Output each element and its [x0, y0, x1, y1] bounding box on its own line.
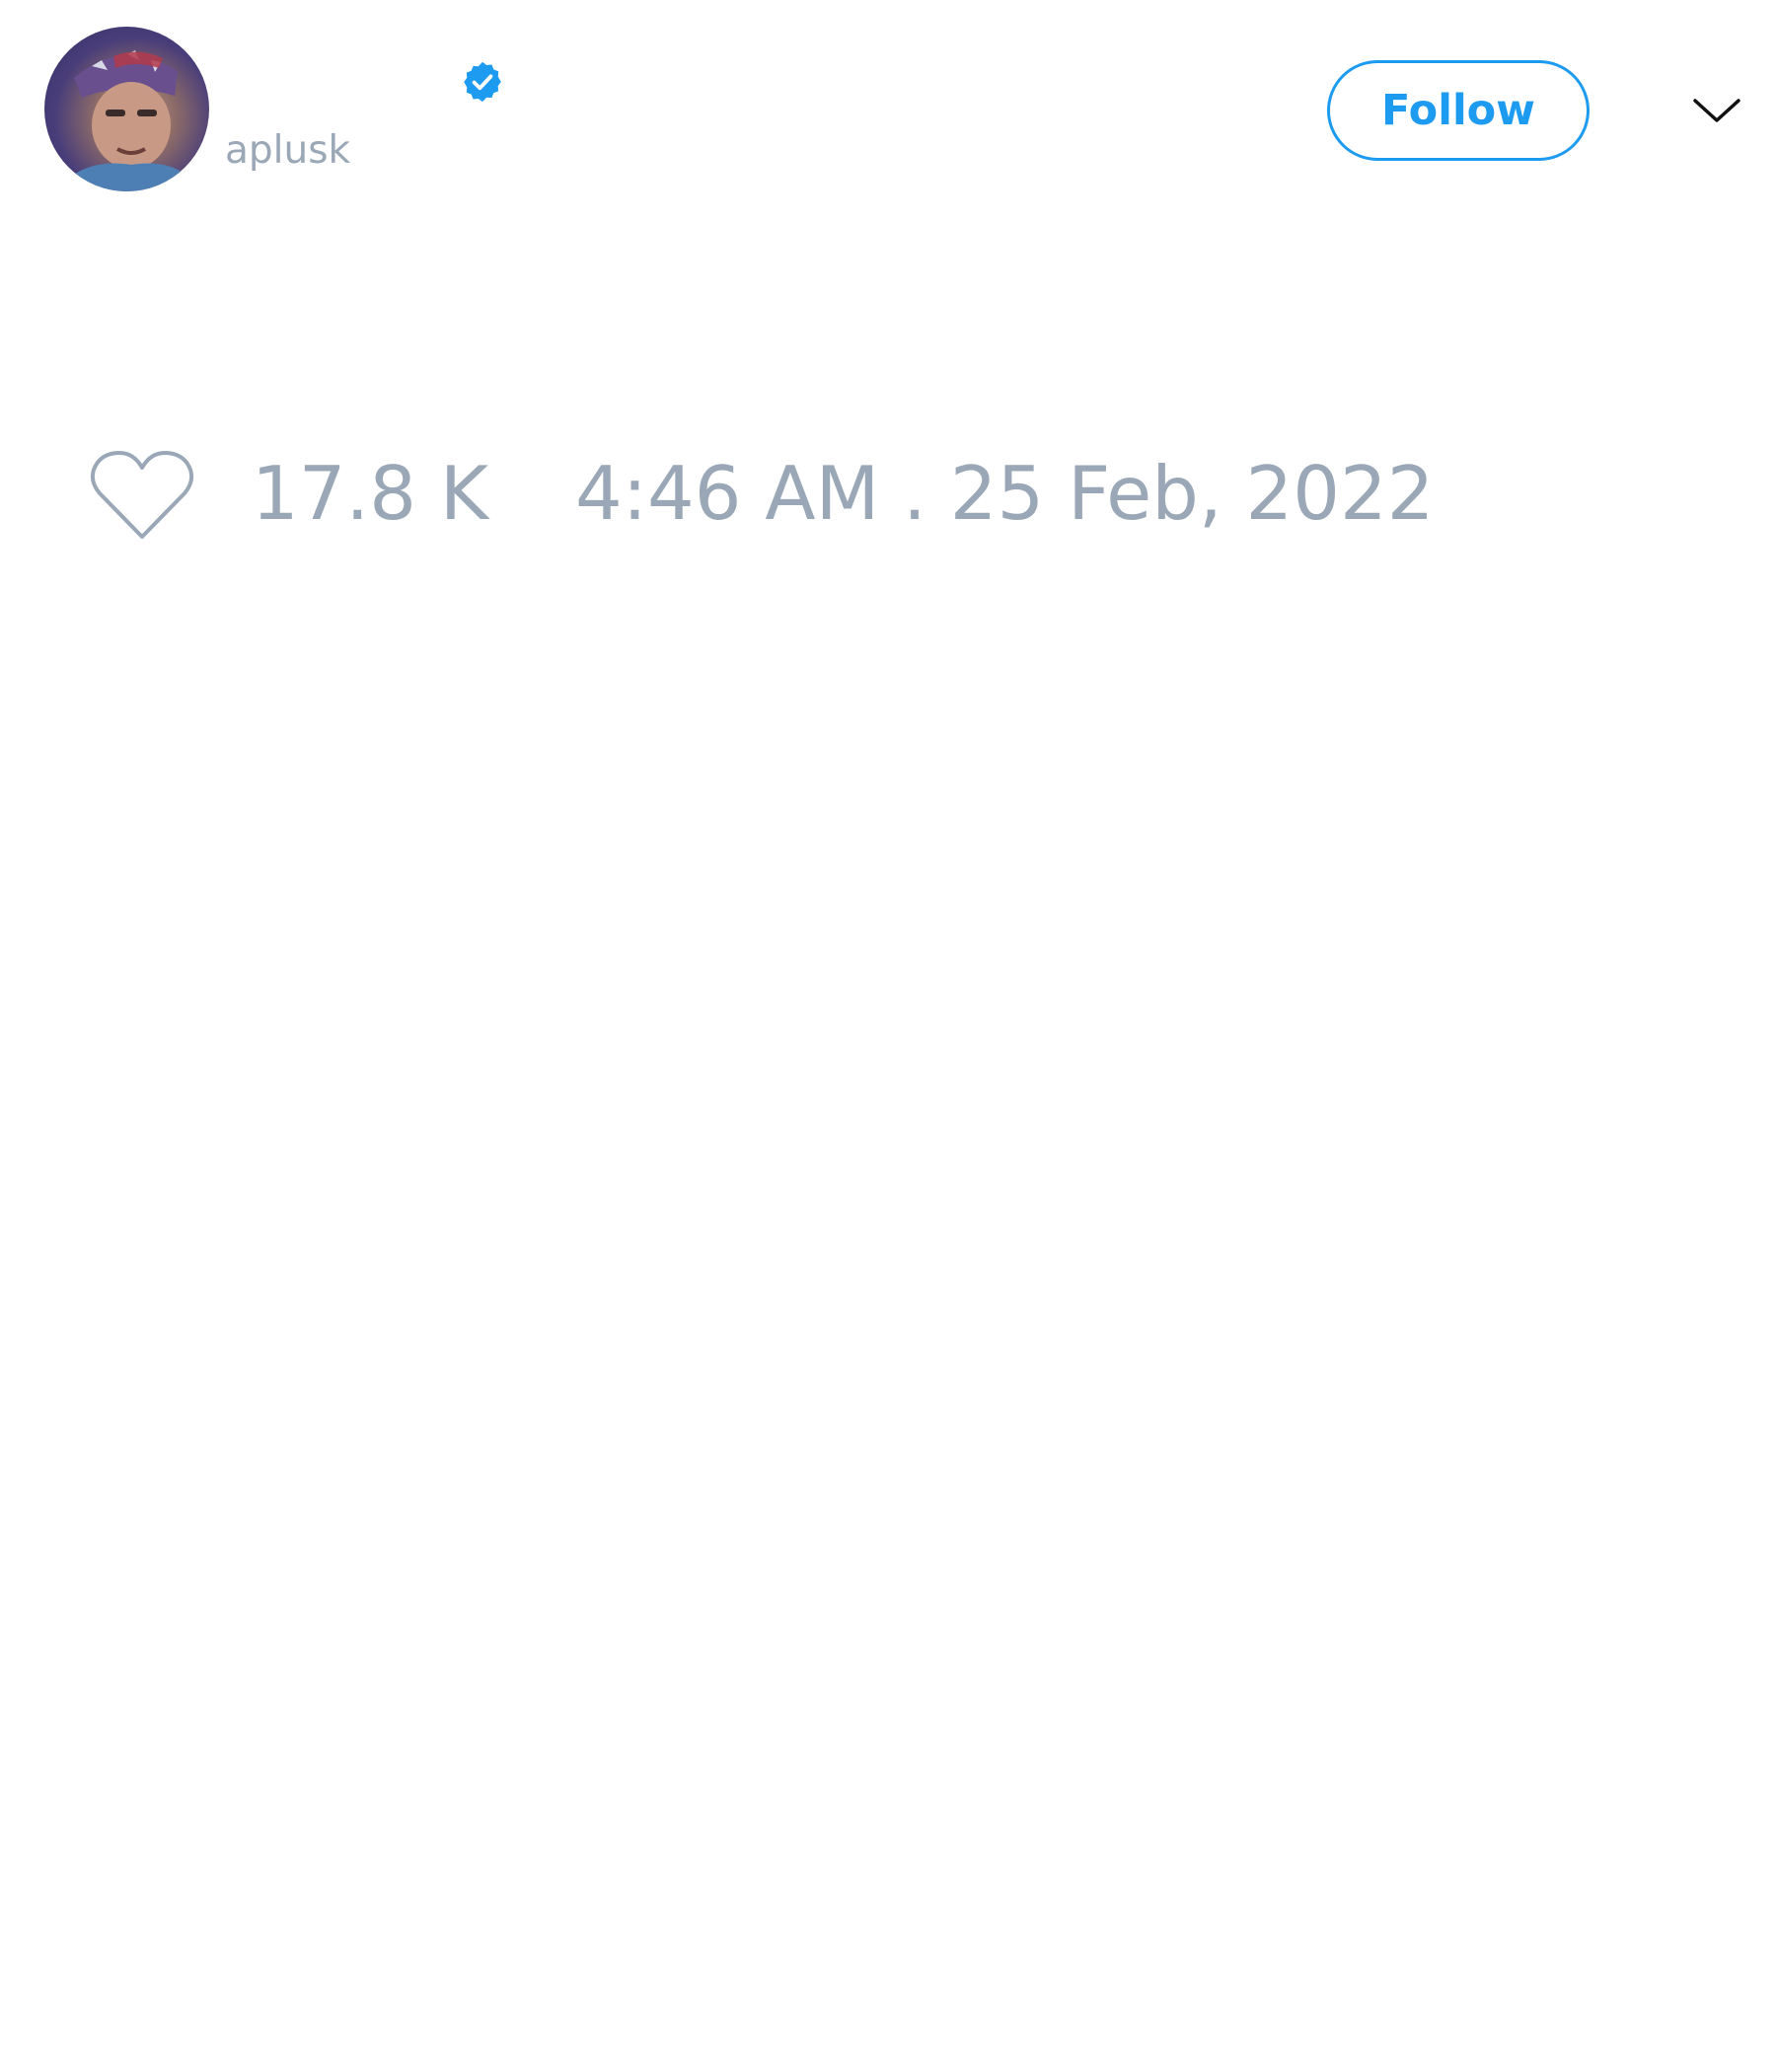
tweet-timestamp[interactable]: 4:46 AM . 25 Feb, 2022	[575, 454, 1434, 533]
follow-button[interactable]: Follow	[1327, 60, 1590, 161]
avatar[interactable]	[44, 27, 209, 191]
like-count: 17.8 K	[252, 450, 489, 537]
avatar-image	[54, 50, 202, 191]
heart-icon[interactable]	[88, 446, 196, 545]
verified-badge-icon	[464, 61, 501, 103]
chevron-down-icon[interactable]	[1689, 87, 1744, 134]
user-handle[interactable]: aplusk	[225, 126, 350, 176]
